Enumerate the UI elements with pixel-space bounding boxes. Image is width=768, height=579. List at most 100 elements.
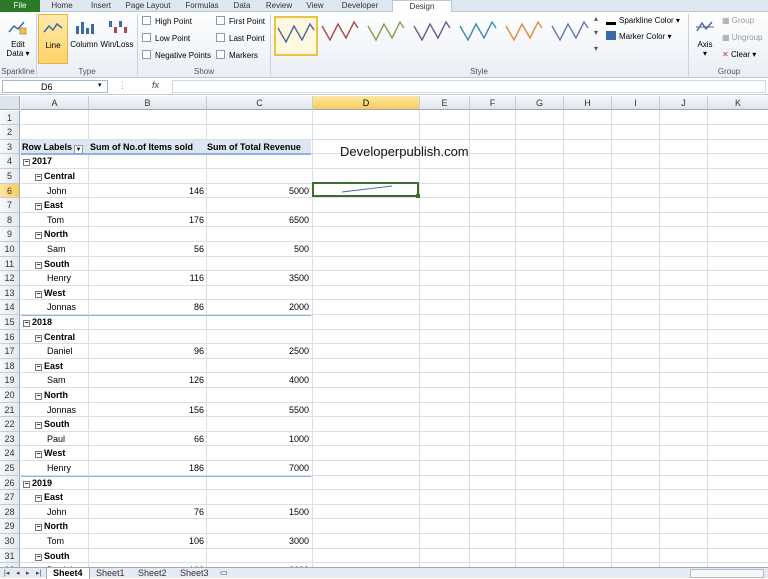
sparkline-style-1[interactable] (274, 16, 318, 56)
pivot-revenue-value[interactable] (207, 549, 311, 564)
pivot-items-value[interactable]: 146 (90, 184, 206, 199)
row-header-27[interactable]: 27 (0, 490, 20, 505)
pivot-revenue-value[interactable]: 3000 (207, 534, 311, 549)
filter-dropdown-icon[interactable]: ▼ (74, 144, 84, 154)
pivot-revenue-value[interactable] (207, 154, 311, 169)
collapse-icon[interactable]: − (35, 203, 42, 211)
name-box-dropdown-icon[interactable]: ▾ (98, 81, 102, 89)
sheet-tab-sheet1[interactable]: Sheet1 (90, 568, 131, 579)
pivot-year-label[interactable]: −2019 (23, 476, 89, 491)
row-header-30[interactable]: 30 (0, 534, 20, 549)
row-header-13[interactable]: 13 (0, 285, 20, 301)
pivot-region-label[interactable]: − East (35, 490, 89, 505)
row-header-31[interactable]: 31 (0, 548, 20, 564)
pivot-revenue-value[interactable]: 5000 (207, 184, 311, 199)
row-header-12[interactable]: 12 (0, 271, 20, 286)
pivot-items-value[interactable] (90, 286, 206, 301)
pivot-revenue-value[interactable]: 7000 (207, 461, 311, 476)
row-header-24[interactable]: 24 (0, 446, 20, 461)
pivot-items-value[interactable]: 116 (90, 271, 206, 286)
sparkline-style-3[interactable] (366, 16, 410, 56)
collapse-icon[interactable]: − (35, 363, 42, 371)
pivot-revenue-value[interactable]: 4000 (207, 373, 311, 388)
row-header-5[interactable]: 5 (0, 169, 20, 184)
pivot-items-value[interactable] (90, 519, 206, 534)
row-header-16[interactable]: 16 (0, 329, 20, 345)
row-header-9[interactable]: 9 (0, 227, 20, 242)
formula-input[interactable] (172, 80, 766, 93)
pivot-region-label[interactable]: − East (35, 198, 89, 213)
pivot-items-value[interactable]: 66 (90, 432, 206, 447)
collapse-icon[interactable]: − (35, 422, 42, 430)
ungroup-button[interactable]: ▦ Ungroup (722, 31, 762, 45)
column-header-f[interactable]: F (470, 96, 516, 110)
pivot-year-label[interactable]: −2017 (23, 154, 89, 169)
pivot-person-label[interactable]: Tom (47, 213, 89, 228)
pivot-revenue-value[interactable] (207, 446, 311, 461)
pivot-revenue-value[interactable] (207, 330, 311, 345)
tab-data[interactable]: Data (228, 0, 256, 12)
row-header-15[interactable]: 15 (0, 315, 20, 330)
pivot-items-value[interactable]: 86 (90, 300, 206, 315)
pivot-revenue-value[interactable]: 3500 (207, 271, 311, 286)
sparkline-style-5[interactable] (458, 16, 502, 56)
collapse-icon[interactable]: − (35, 174, 42, 181)
pivot-person-label[interactable]: Tom (47, 534, 89, 549)
row-header-23[interactable]: 23 (0, 431, 20, 447)
pivot-items-value[interactable] (90, 549, 206, 564)
pivot-row-labels-header[interactable]: Row Labels ▼ (22, 140, 88, 155)
pivot-revenue-value[interactable] (207, 198, 311, 213)
pivot-items-value[interactable] (90, 257, 206, 272)
row-header-18[interactable]: 18 (0, 358, 20, 374)
collapse-icon[interactable]: − (23, 159, 30, 167)
pivot-person-label[interactable]: Jonnas (47, 300, 89, 315)
pivot-items-value[interactable] (90, 476, 206, 491)
last-point-checkbox[interactable]: Last Point (216, 33, 265, 45)
pivot-revenue-value[interactable] (207, 490, 311, 505)
pivot-items-value[interactable]: 156 (90, 403, 206, 418)
pivot-person-label[interactable]: Paul (47, 432, 89, 447)
pivot-revenue-value[interactable]: 2000 (207, 300, 311, 315)
pivot-revenue-value[interactable] (207, 388, 311, 403)
sparkline-color-button[interactable]: Sparkline Color ▾ (606, 14, 680, 28)
formula-bar-resize-icon[interactable]: ⋮ (118, 80, 142, 93)
row-header-21[interactable]: 21 (0, 402, 20, 418)
gallery-scroll-up-icon[interactable]: ▴ (594, 12, 598, 26)
fill-handle[interactable] (416, 194, 420, 198)
collapse-icon[interactable]: − (35, 553, 42, 561)
pivot-items-value[interactable] (90, 330, 206, 345)
pivot-items-header[interactable]: Sum of No.of Items sold (90, 140, 206, 155)
pivot-region-label[interactable]: − South (35, 417, 89, 432)
tab-insert[interactable]: Insert (84, 0, 118, 12)
collapse-icon[interactable]: − (23, 320, 30, 327)
row-header-25[interactable]: 25 (0, 461, 20, 476)
clear-button[interactable]: ✕ Clear ▾ (722, 48, 756, 62)
negative-points-checkbox[interactable]: Negative Points (142, 50, 211, 62)
pivot-region-label[interactable]: − Central (35, 169, 89, 184)
collapse-icon[interactable]: − (23, 480, 30, 488)
sheet-tab-sheet2[interactable]: Sheet2 (132, 568, 173, 579)
line-type-button[interactable]: Line (38, 14, 68, 64)
row-header-2[interactable]: 2 (0, 125, 20, 140)
pivot-person-label[interactable]: Henry (47, 461, 89, 476)
collapse-icon[interactable]: − (35, 334, 42, 342)
pivot-items-value[interactable]: 126 (90, 373, 206, 388)
row-header-8[interactable]: 8 (0, 212, 20, 228)
gallery-scroll-down-icon[interactable]: ▾ (594, 26, 598, 40)
worksheet-grid[interactable]: ABCDEFGHIJK 1 2 3 4 5 6 7 8 9 10 11 12 13 14 15 16 17 18 1… (0, 96, 768, 567)
pivot-items-value[interactable] (90, 227, 206, 242)
next-sheet-icon[interactable]: ▸ (26, 569, 30, 577)
pivot-region-label[interactable]: − North (35, 519, 89, 534)
pivot-revenue-value[interactable] (207, 476, 311, 491)
edit-data-button[interactable]: Edit Data ▾ (2, 14, 34, 64)
low-point-checkbox[interactable]: Low Point (142, 33, 190, 45)
column-header-d[interactable]: D (313, 96, 420, 110)
row-header-11[interactable]: 11 (0, 256, 20, 272)
pivot-items-value[interactable]: 186 (90, 461, 206, 476)
pivot-items-value[interactable] (90, 315, 206, 330)
pivot-revenue-value[interactable]: 2500 (207, 344, 311, 359)
pivot-person-label[interactable]: Jonnas (47, 403, 89, 418)
pivot-region-label[interactable]: − West (35, 286, 89, 301)
column-header-e[interactable]: E (420, 96, 470, 110)
sparkline-style-4[interactable] (412, 16, 456, 56)
